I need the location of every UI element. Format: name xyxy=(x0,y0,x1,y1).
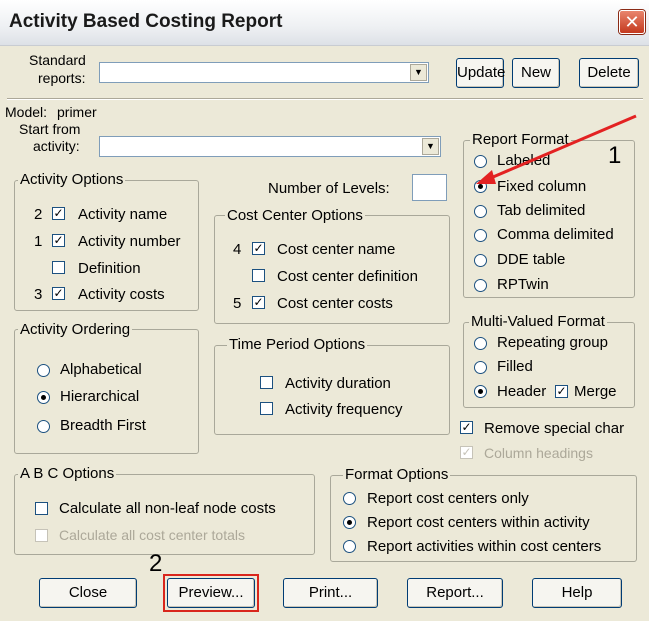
radio-hierarchical[interactable] xyxy=(37,391,50,404)
remove-special-char-label: Remove special char xyxy=(484,420,625,437)
annotation-arrow-icon xyxy=(476,114,637,184)
chevron-down-icon[interactable]: ▼ xyxy=(422,138,439,155)
cost-center-options-title: Cost Center Options xyxy=(225,207,365,224)
close-window-icon[interactable]: ✕ xyxy=(619,10,645,34)
activities-within-cost-centers-label: Report activities within cost centers xyxy=(367,538,602,555)
radio-header[interactable] xyxy=(474,385,487,398)
start-from-label-line2: activity: xyxy=(33,138,80,154)
report-button[interactable]: Report... xyxy=(407,578,503,608)
radio-activities-within-cost-centers[interactable] xyxy=(343,540,356,553)
repeating-group-label: Repeating group xyxy=(497,334,608,351)
time-period-title: Time Period Options xyxy=(227,336,368,353)
format-options-title: Format Options xyxy=(343,466,451,483)
annotation-2: 2 xyxy=(149,550,163,577)
calculate-non-leaf-label: Calculate all non-leaf node costs xyxy=(59,500,276,517)
cost-center-definition-checkbox[interactable] xyxy=(252,269,265,282)
filled-label: Filled xyxy=(497,358,533,375)
format-tab-delimited-label: Tab delimited xyxy=(497,202,586,219)
activity-costs-order: 3 xyxy=(34,286,43,303)
number-of-levels-input[interactable] xyxy=(412,174,447,201)
radio-dde-table[interactable] xyxy=(474,254,487,267)
print-button[interactable]: Print... xyxy=(283,578,378,608)
activity-number-checkbox[interactable]: ✓ xyxy=(52,234,65,247)
start-from-label-line1: Start from xyxy=(19,121,81,137)
radio-filled[interactable] xyxy=(474,361,487,374)
standard-reports-label-line1: Standard xyxy=(29,52,86,68)
cost-center-costs-label: Cost center costs xyxy=(277,295,393,312)
window-title: Activity Based Costing Report xyxy=(9,11,283,32)
column-headings-checkbox[interactable]: ✓ xyxy=(460,446,473,459)
standard-reports-label-line2: reports: xyxy=(38,70,86,86)
cost-centers-within-activity-label: Report cost centers within activity xyxy=(367,514,590,531)
model-value: primer xyxy=(57,104,97,120)
format-rptwin-label: RPTwin xyxy=(497,276,549,293)
column-headings-label: Column headings xyxy=(484,445,593,461)
radio-cost-centers-within-activity[interactable] xyxy=(343,516,356,529)
radio-cost-centers-only[interactable] xyxy=(343,492,356,505)
alphabetical-label: Alphabetical xyxy=(60,361,142,378)
number-of-levels-label: Number of Levels: xyxy=(268,180,390,197)
activity-costs-label: Activity costs xyxy=(78,286,165,303)
activity-costs-checkbox[interactable]: ✓ xyxy=(52,287,65,300)
activity-ordering-title: Activity Ordering xyxy=(18,321,133,338)
activity-name-checkbox[interactable]: ✓ xyxy=(52,207,65,220)
activity-duration-checkbox[interactable] xyxy=(260,376,273,389)
breadth-first-label: Breadth First xyxy=(60,417,146,434)
activity-name-label: Activity name xyxy=(78,206,168,223)
hierarchical-label: Hierarchical xyxy=(60,388,140,405)
delete-button[interactable]: Delete xyxy=(579,58,639,88)
remove-special-char-checkbox[interactable]: ✓ xyxy=(460,421,473,434)
activity-duration-label: Activity duration xyxy=(285,375,391,392)
preview-highlight-box xyxy=(163,574,259,612)
title-bar: Activity Based Costing Report ✕ xyxy=(0,0,649,46)
activity-number-order: 1 xyxy=(34,233,43,250)
annotation-arrow-head xyxy=(476,170,496,184)
radio-tab-delimited[interactable] xyxy=(474,205,487,218)
standard-reports-combo[interactable]: ▼ xyxy=(99,62,429,83)
annotation-arrow-line xyxy=(485,114,637,182)
format-comma-delimited-label: Comma delimited xyxy=(497,226,614,243)
header-label: Header xyxy=(497,383,547,400)
radio-comma-delimited[interactable] xyxy=(474,229,487,242)
calculate-non-leaf-checkbox[interactable] xyxy=(35,502,48,515)
multi-valued-title: Multi-Valued Format xyxy=(469,313,607,330)
cost-center-name-order: 4 xyxy=(233,241,242,258)
chevron-down-icon[interactable]: ▼ xyxy=(410,64,427,81)
cost-centers-only-label: Report cost centers only xyxy=(367,490,529,507)
format-dde-table-label: DDE table xyxy=(497,251,566,268)
activity-options-title: Activity Options xyxy=(18,171,126,188)
cost-center-costs-order: 5 xyxy=(233,295,242,312)
activity-name-order: 2 xyxy=(34,206,43,223)
calculate-cost-center-totals-checkbox[interactable] xyxy=(35,529,48,542)
definition-checkbox[interactable] xyxy=(52,261,65,274)
radio-repeating-group[interactable] xyxy=(474,337,487,350)
calculate-cost-center-totals-label: Calculate all cost center totals xyxy=(59,527,245,543)
definition-label: Definition xyxy=(78,260,141,277)
cost-center-name-checkbox[interactable]: ✓ xyxy=(252,242,265,255)
update-button[interactable]: Update xyxy=(456,58,505,88)
abc-options-title: A B C Options xyxy=(18,465,117,482)
radio-alphabetical[interactable] xyxy=(37,364,50,377)
radio-breadth-first[interactable] xyxy=(37,420,50,433)
cost-center-name-label: Cost center name xyxy=(277,241,396,258)
activity-frequency-checkbox[interactable] xyxy=(260,402,273,415)
new-button[interactable]: New xyxy=(512,58,560,88)
activity-frequency-label: Activity frequency xyxy=(285,401,403,418)
close-button[interactable]: Close xyxy=(39,578,137,608)
report-dialog: Activity Based Costing Report ✕ Standard… xyxy=(0,0,649,621)
cost-center-definition-label: Cost center definition xyxy=(277,268,418,285)
start-activity-combo[interactable]: ▼ xyxy=(99,136,441,157)
separator-highlight xyxy=(7,99,643,100)
help-button[interactable]: Help xyxy=(532,578,622,608)
merge-label: Merge xyxy=(574,383,617,400)
activity-number-label: Activity number xyxy=(78,233,181,250)
model-label: Model: xyxy=(5,104,48,120)
radio-rptwin[interactable] xyxy=(474,279,487,292)
cost-center-costs-checkbox[interactable]: ✓ xyxy=(252,296,265,309)
merge-checkbox[interactable]: ✓ xyxy=(555,385,568,398)
